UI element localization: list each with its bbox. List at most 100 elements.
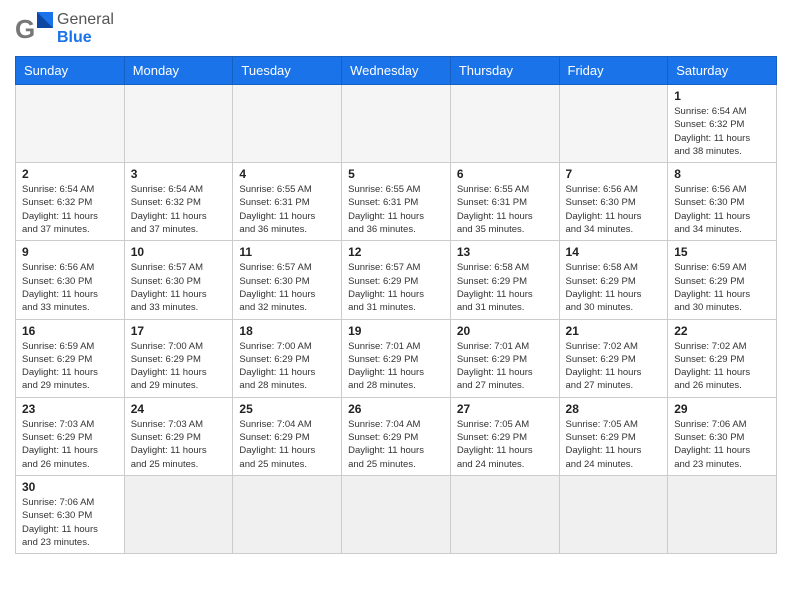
calendar-cell: 13Sunrise: 6:58 AM Sunset: 6:29 PM Dayli…: [450, 241, 559, 319]
calendar-cell: [342, 475, 451, 553]
day-number: 7: [566, 167, 662, 181]
day-number: 26: [348, 402, 444, 416]
calendar-week-row: 2 Sunrise: 6:54 AM Sunset: 6:32 PM Daylig…: [16, 163, 777, 241]
day-info: Sunrise: 7:01 AM Sunset: 6:29 PM Dayligh…: [457, 340, 553, 393]
header-tuesday: Tuesday: [233, 57, 342, 85]
calendar-cell: 7 Sunrise: 6:56 AM Sunset: 6:30 PM Daylig…: [559, 163, 668, 241]
calendar-cell: 6Sunrise: 6:55 AM Sunset: 6:31 PM Daylig…: [450, 163, 559, 241]
day-info: Sunrise: 7:00 AM Sunset: 6:29 PM Dayligh…: [131, 340, 227, 393]
day-info: Sunrise: 6:56 AM Sunset: 6:30 PM Dayligh…: [566, 183, 662, 236]
day-info: Sunrise: 6:57 AM Sunset: 6:29 PM Dayligh…: [348, 261, 444, 314]
day-info: Sunrise: 7:06 AM Sunset: 6:30 PM Dayligh…: [22, 496, 118, 549]
day-info: Sunrise: 6:57 AM Sunset: 6:30 PM Dayligh…: [131, 261, 227, 314]
day-number: 21: [566, 324, 662, 338]
calendar-cell: [668, 475, 777, 553]
day-number: 19: [348, 324, 444, 338]
day-number: 4: [239, 167, 335, 181]
day-number: 14: [566, 245, 662, 259]
calendar-cell: 2Sunrise: 6:54 AM Sunset: 6:32 PM Daylig…: [16, 163, 125, 241]
day-info: Sunrise: 7:00 AM Sunset: 6:29 PM Dayligh…: [239, 340, 335, 393]
day-info: Sunrise: 6:56 AM Sunset: 6:30 PM Dayligh…: [22, 261, 118, 314]
calendar-cell: 20 Sunrise: 7:01 AM Sunset: 6:29 PM Dayli…: [450, 319, 559, 397]
calendar-week-row: 30 Sunrise: 7:06 AM Sunset: 6:30 PM Dayli…: [16, 475, 777, 553]
calendar-week-row: 16 Sunrise: 6:59 AM Sunset: 6:29 PM Dayli…: [16, 319, 777, 397]
calendar-cell: [233, 475, 342, 553]
day-number: 20: [457, 324, 553, 338]
day-number: 3: [131, 167, 227, 181]
day-info: Sunrise: 7:03 AM Sunset: 6:29 PM Dayligh…: [22, 418, 118, 471]
day-info: Sunrise: 6:59 AM Sunset: 6:29 PM Dayligh…: [22, 340, 118, 393]
day-number: 30: [22, 480, 118, 494]
day-info: Sunrise: 7:02 AM Sunset: 6:29 PM Dayligh…: [674, 340, 770, 393]
logo: G General Blue: [15, 10, 114, 48]
calendar-cell: 3 Sunrise: 6:54 AM Sunset: 6:32 PM Daylig…: [124, 163, 233, 241]
calendar-cell: [124, 475, 233, 553]
day-number: 29: [674, 402, 770, 416]
day-number: 27: [457, 402, 553, 416]
day-number: 5: [348, 167, 444, 181]
day-number: 15: [674, 245, 770, 259]
page: G General Blue Sunday Monday Tuesday Wed…: [0, 0, 792, 569]
calendar-cell: [16, 85, 125, 163]
header-monday: Monday: [124, 57, 233, 85]
day-info: Sunrise: 7:01 AM Sunset: 6:29 PM Dayligh…: [348, 340, 444, 393]
calendar-cell: 18 Sunrise: 7:00 AM Sunset: 6:29 PM Dayli…: [233, 319, 342, 397]
day-number: 2: [22, 167, 118, 181]
day-number: 24: [131, 402, 227, 416]
day-info: Sunrise: 6:54 AM Sunset: 6:32 PM Dayligh…: [131, 183, 227, 236]
calendar-cell: 29 Sunrise: 7:06 AM Sunset: 6:30 PM Dayli…: [668, 397, 777, 475]
calendar-cell: [233, 85, 342, 163]
day-info: Sunrise: 6:55 AM Sunset: 6:31 PM Dayligh…: [348, 183, 444, 236]
header-sunday: Sunday: [16, 57, 125, 85]
calendar-cell: 24 Sunrise: 7:03 AM Sunset: 6:29 PM Dayli…: [124, 397, 233, 475]
day-number: 22: [674, 324, 770, 338]
calendar-cell: 21 Sunrise: 7:02 AM Sunset: 6:29 PM Dayli…: [559, 319, 668, 397]
calendar-cell: 11 Sunrise: 6:57 AM Sunset: 6:30 PM Dayli…: [233, 241, 342, 319]
day-info: Sunrise: 6:54 AM Sunset: 6:32 PM Dayligh…: [674, 105, 770, 158]
weekday-header-row: Sunday Monday Tuesday Wednesday Thursday…: [16, 57, 777, 85]
calendar-cell: [450, 85, 559, 163]
day-number: 10: [131, 245, 227, 259]
day-number: 16: [22, 324, 118, 338]
day-number: 12: [348, 245, 444, 259]
day-number: 11: [239, 245, 335, 259]
header-saturday: Saturday: [668, 57, 777, 85]
day-info: Sunrise: 6:57 AM Sunset: 6:30 PM Dayligh…: [239, 261, 335, 314]
header: G General Blue: [15, 10, 777, 48]
calendar-week-row: 23Sunrise: 7:03 AM Sunset: 6:29 PM Dayli…: [16, 397, 777, 475]
day-info: Sunrise: 6:58 AM Sunset: 6:29 PM Dayligh…: [457, 261, 553, 314]
calendar-cell: 16 Sunrise: 6:59 AM Sunset: 6:29 PM Dayli…: [16, 319, 125, 397]
calendar-cell: 14Sunrise: 6:58 AM Sunset: 6:29 PM Dayli…: [559, 241, 668, 319]
day-number: 6: [457, 167, 553, 181]
calendar-cell: [559, 85, 668, 163]
calendar-cell: 30 Sunrise: 7:06 AM Sunset: 6:30 PM Dayli…: [16, 475, 125, 553]
calendar-cell: 27Sunrise: 7:05 AM Sunset: 6:29 PM Dayli…: [450, 397, 559, 475]
day-info: Sunrise: 7:02 AM Sunset: 6:29 PM Dayligh…: [566, 340, 662, 393]
calendar-cell: 28 Sunrise: 7:05 AM Sunset: 6:29 PM Dayli…: [559, 397, 668, 475]
calendar-cell: 23Sunrise: 7:03 AM Sunset: 6:29 PM Dayli…: [16, 397, 125, 475]
day-info: Sunrise: 7:06 AM Sunset: 6:30 PM Dayligh…: [674, 418, 770, 471]
calendar-cell: [124, 85, 233, 163]
day-number: 18: [239, 324, 335, 338]
calendar-cell: 4Sunrise: 6:55 AM Sunset: 6:31 PM Daylig…: [233, 163, 342, 241]
logo-container: G General Blue: [15, 10, 114, 48]
day-number: 28: [566, 402, 662, 416]
calendar-cell: 5 Sunrise: 6:55 AM Sunset: 6:31 PM Daylig…: [342, 163, 451, 241]
svg-text:G: G: [15, 14, 35, 44]
day-info: Sunrise: 7:03 AM Sunset: 6:29 PM Dayligh…: [131, 418, 227, 471]
calendar-cell: 15 Sunrise: 6:59 AM Sunset: 6:29 PM Dayli…: [668, 241, 777, 319]
day-info: Sunrise: 6:56 AM Sunset: 6:30 PM Dayligh…: [674, 183, 770, 236]
header-thursday: Thursday: [450, 57, 559, 85]
calendar-cell: 9Sunrise: 6:56 AM Sunset: 6:30 PM Daylig…: [16, 241, 125, 319]
calendar-cell: 1Sunrise: 6:54 AM Sunset: 6:32 PM Daylig…: [668, 85, 777, 163]
calendar-cell: 26Sunrise: 7:04 AM Sunset: 6:29 PM Dayli…: [342, 397, 451, 475]
calendar-week-row: 1Sunrise: 6:54 AM Sunset: 6:32 PM Daylig…: [16, 85, 777, 163]
calendar-cell: 8 Sunrise: 6:56 AM Sunset: 6:30 PM Daylig…: [668, 163, 777, 241]
day-number: 8: [674, 167, 770, 181]
day-info: Sunrise: 6:59 AM Sunset: 6:29 PM Dayligh…: [674, 261, 770, 314]
calendar-cell: 19 Sunrise: 7:01 AM Sunset: 6:29 PM Dayli…: [342, 319, 451, 397]
header-friday: Friday: [559, 57, 668, 85]
day-info: Sunrise: 7:05 AM Sunset: 6:29 PM Dayligh…: [566, 418, 662, 471]
day-info: Sunrise: 7:04 AM Sunset: 6:29 PM Dayligh…: [239, 418, 335, 471]
calendar: Sunday Monday Tuesday Wednesday Thursday…: [15, 56, 777, 554]
